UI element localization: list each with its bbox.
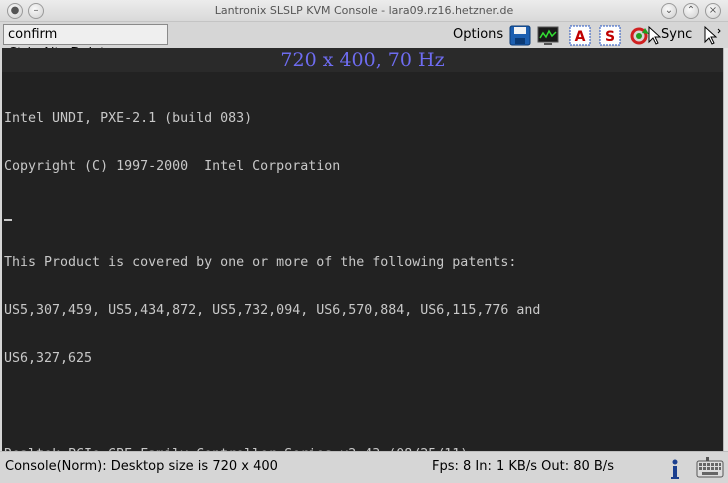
cursor-mode-icon[interactable] [701, 25, 723, 46]
svg-text:A: A [575, 29, 586, 45]
sync-button[interactable]: Sync [661, 27, 692, 42]
console-output: Intel UNDI, PXE-2.1 (build 083) Copyrigh… [4, 79, 719, 483]
maximize-button[interactable]: ⌃ [683, 3, 699, 19]
text-cursor [4, 219, 12, 221]
kvm-console-screen[interactable]: 720 x 400, 70 Hz Intel UNDI, PXE-2.1 (bu… [2, 48, 723, 462]
title-bar: ● – Lantronix SLSLP KVM Console - lara09… [0, 0, 728, 22]
svg-text:S: S [605, 29, 615, 45]
mouse-pointer-icon [647, 25, 662, 46]
console-line: US6,327,625 [4, 351, 93, 366]
console-status: Console(Norm): Desktop size is 720 x 400 [5, 459, 278, 474]
resolution-header: 720 x 400, 70 Hz [2, 48, 723, 72]
traffic-status: Fps: 8 In: 1 KB/s Out: 80 B/s [432, 459, 614, 474]
keyboard-icon[interactable] [696, 456, 724, 480]
window-title: Lantronix SLSLP KVM Console - lara09.rz1… [214, 4, 514, 17]
save-icon[interactable] [509, 25, 531, 46]
confirm-ctrl-alt-delete-button[interactable]: confirm Ctrl+Alt+Delete [3, 24, 168, 61]
close-button[interactable]: × [705, 3, 721, 19]
console-line: US5,307,459, US5,434,872, US5,732,094, U… [4, 303, 541, 318]
status-bar: Console(Norm): Desktop size is 720 x 400… [0, 451, 728, 483]
scrollbar[interactable] [723, 48, 728, 451]
console-line: This Product is covered by one or more o… [4, 255, 517, 270]
autoadjust-icon[interactable]: A [569, 25, 591, 46]
toolbar: confirm Ctrl+Alt+Delete Options A S [0, 22, 728, 61]
monitor-icon[interactable] [537, 25, 559, 46]
info-icon[interactable] [667, 458, 683, 480]
options-menu[interactable]: Options [453, 27, 503, 42]
console-line: Copyright (C) 1997-2000 Intel Corporatio… [4, 159, 341, 174]
console-line: Intel UNDI, PXE-2.1 (build 083) [4, 111, 253, 126]
minimize-button[interactable]: ⌄ [661, 3, 677, 19]
screenshot-icon[interactable]: S [599, 25, 621, 46]
